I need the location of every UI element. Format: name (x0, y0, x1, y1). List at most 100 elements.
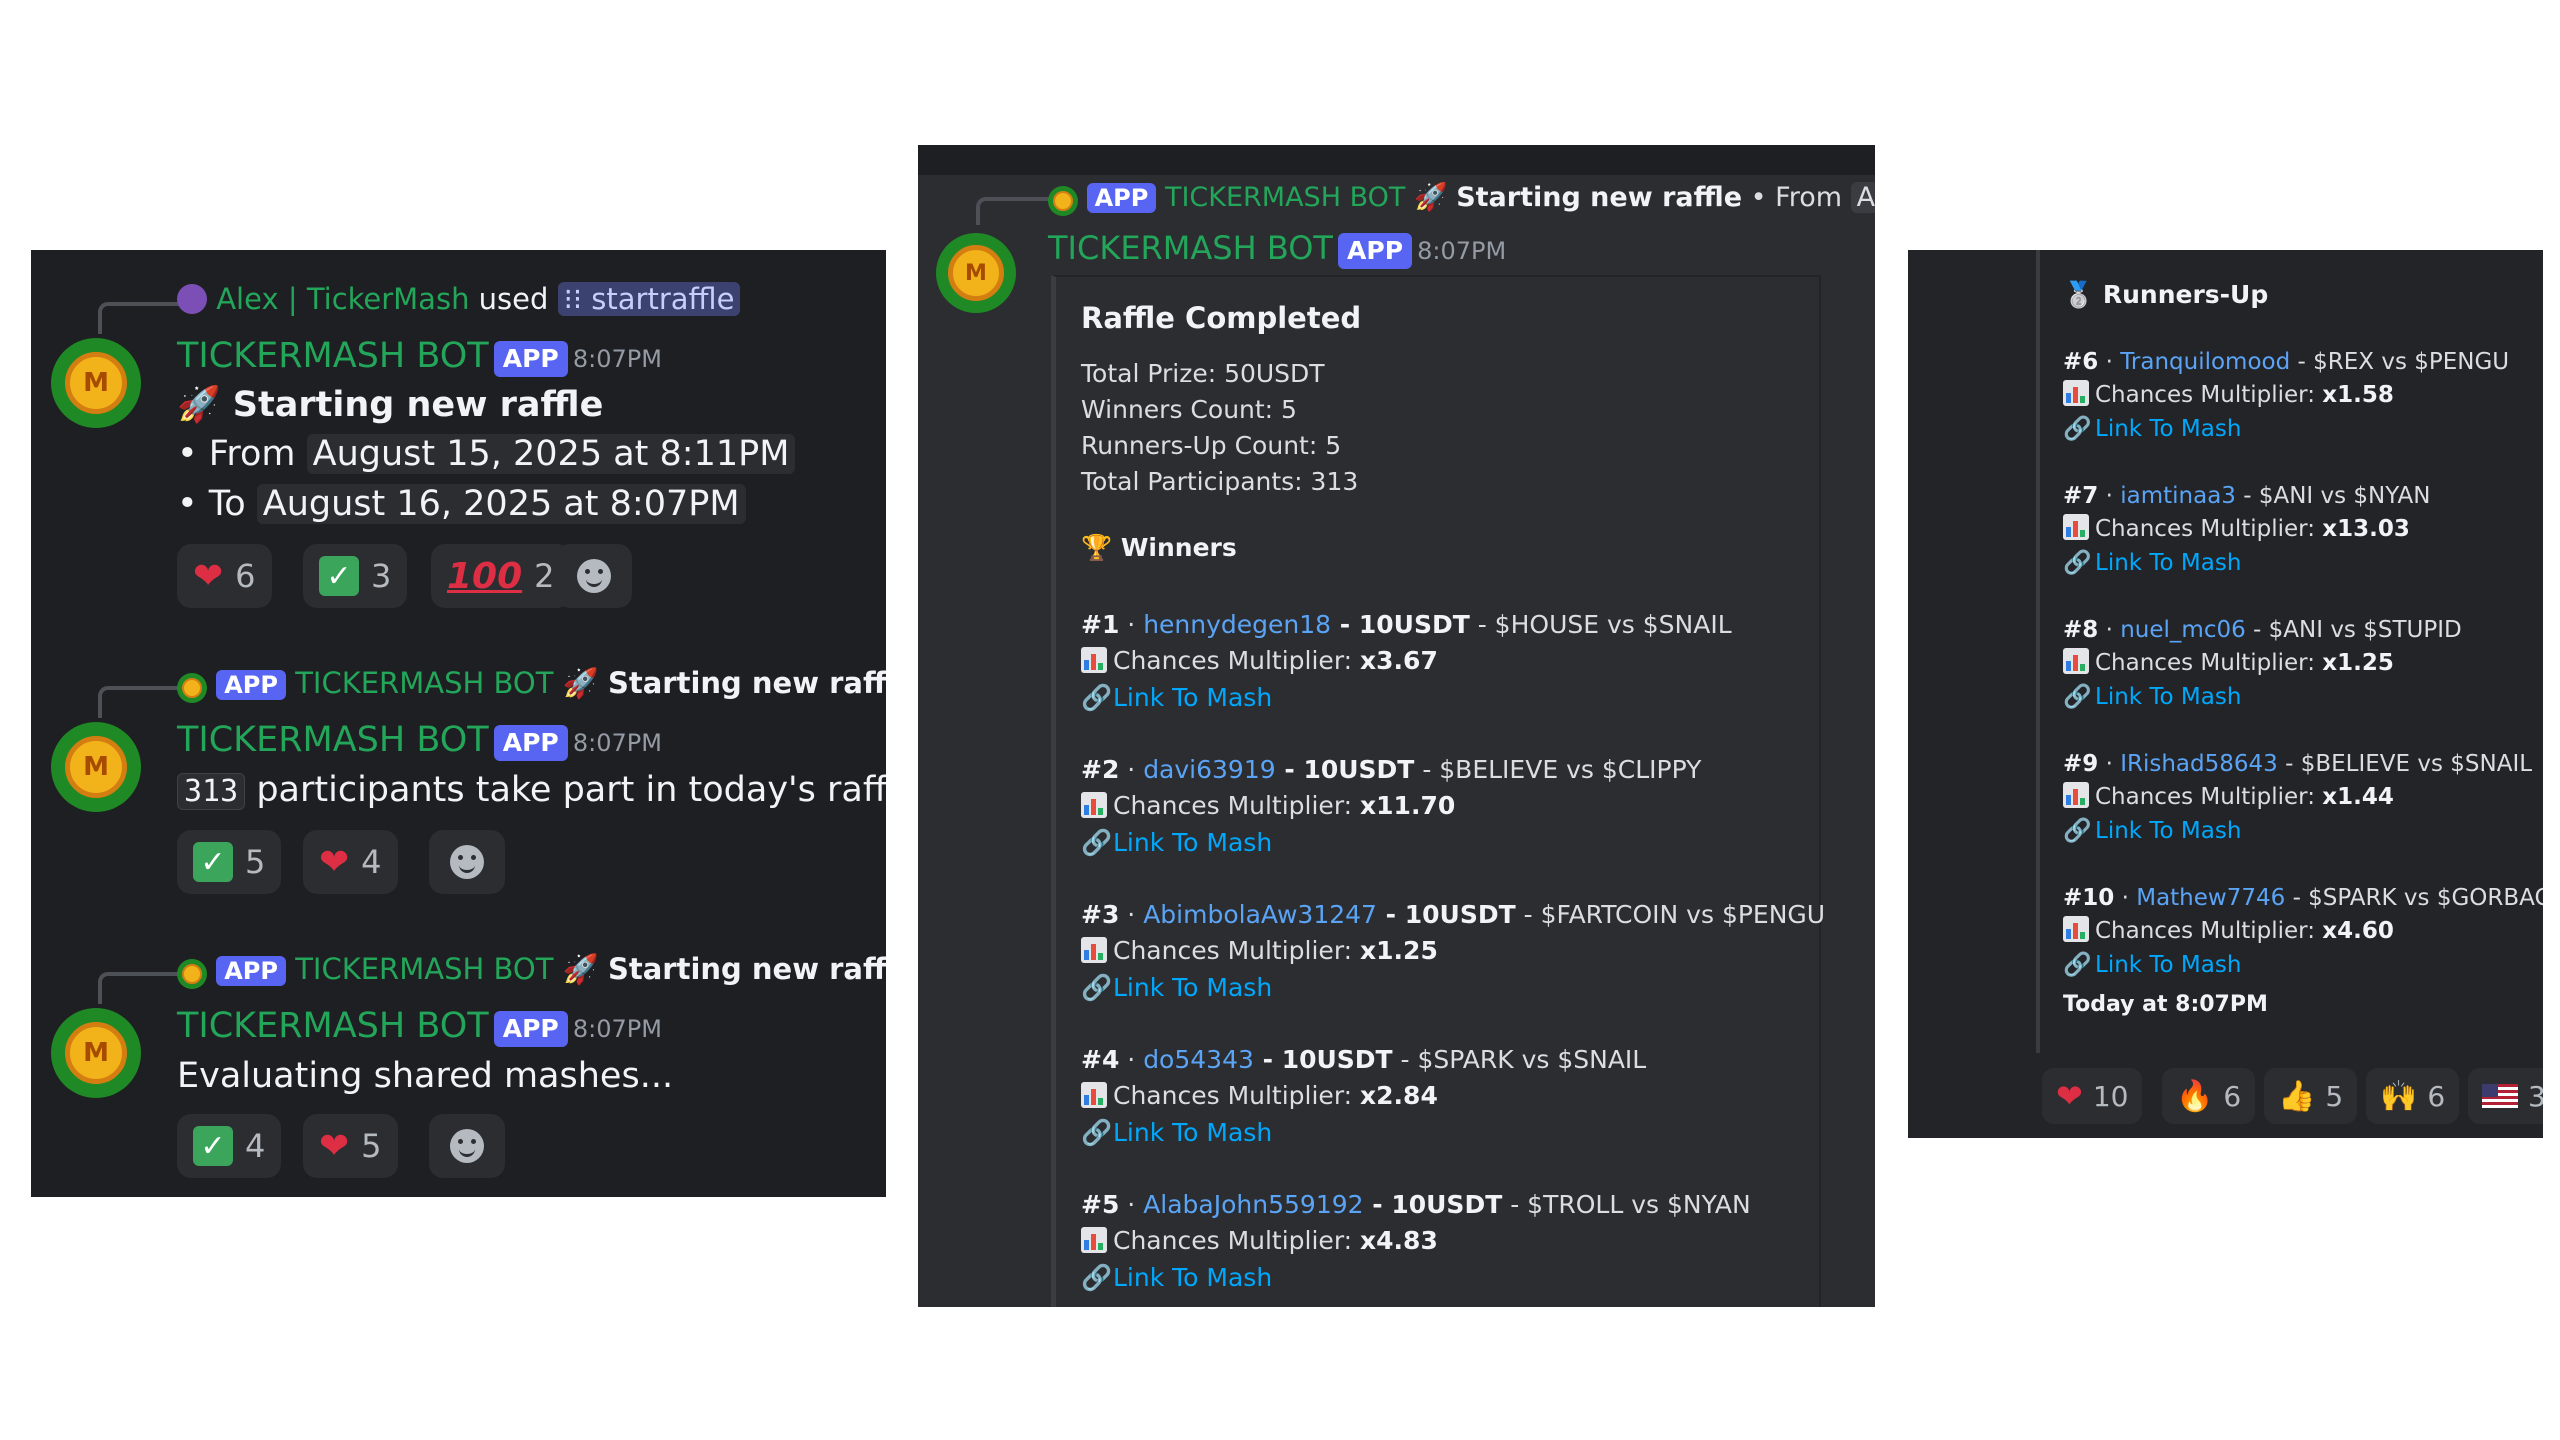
bot-avatar[interactable]: M (936, 233, 1016, 313)
reaction-check[interactable]: ✓ 5 (177, 830, 282, 894)
rank-label: #3 (1081, 900, 1120, 929)
reaction-count: 10 (2092, 1079, 2129, 1113)
slash-command-chip[interactable]: ⁝⁝ startraffle (557, 282, 741, 316)
winner-entry: #2 · davi63919 - 10USDT - $BELIEVE vs $C… (1081, 752, 1701, 861)
command-reply-header[interactable]: Alex | TickerMash used ⁝⁝ startraffle (177, 282, 741, 316)
mash-link-line: 🔗Link To Mash (2063, 681, 2462, 714)
link-to-mash[interactable]: Link To Mash (1113, 1263, 1272, 1292)
reaction-check[interactable]: ✓ 4 (177, 1114, 282, 1178)
coin-logo-icon: M (948, 245, 1004, 301)
user-mention[interactable]: iamtinaa3 (2120, 483, 2236, 509)
reply-author[interactable]: TICKERMASH BOT (295, 666, 553, 700)
trophy-icon: 🏆 (1081, 533, 1113, 562)
to-date-chip[interactable]: August 16, 2025 at 8:07PM (256, 484, 746, 524)
reaction-count: 4 (361, 843, 382, 881)
reaction-us-flag[interactable]: 3 (2468, 1068, 2543, 1124)
user-mention[interactable]: AlabaJohn559192 (1143, 1190, 1363, 1219)
from-date-chip[interactable]: August 15, 2025 at 8:11PM (306, 434, 796, 474)
user-mention[interactable]: IRishad58643 (2120, 751, 2278, 777)
reaction-heart[interactable]: ❤ 10 (2042, 1068, 2143, 1124)
user-mention[interactable]: nuel_mc06 (2120, 617, 2246, 643)
reaction-heart[interactable]: ❤ 6 (177, 544, 272, 608)
rocket-icon: 🚀 (562, 952, 599, 986)
medal-icon: 🥈 (2063, 280, 2095, 309)
add-reaction-button[interactable] (429, 830, 505, 894)
link-to-mash[interactable]: Link To Mash (1113, 683, 1272, 712)
mash-link-line: 🔗Link To Mash (2063, 815, 2532, 848)
bar-chart-icon (2063, 782, 2089, 809)
separator-dot: · (1119, 1190, 1144, 1219)
link-to-mash[interactable]: Link To Mash (1113, 973, 1272, 1002)
heart-icon: ❤ (319, 841, 350, 883)
mini-bot-avatar (177, 959, 207, 989)
prize-separator: - (1275, 755, 1304, 784)
bar-chart-icon (2063, 514, 2089, 541)
multiplier-value: x3.67 (1360, 646, 1438, 676)
reaction-heart[interactable]: ❤ 5 (303, 1114, 398, 1178)
bot-avatar[interactable]: M (51, 722, 141, 812)
link-to-mash[interactable]: Link To Mash (2095, 550, 2241, 576)
user-mention[interactable]: do54343 (1143, 1045, 1254, 1074)
reaction-check[interactable]: ✓ 3 (303, 544, 408, 608)
timestamp[interactable]: 8:07PM (573, 729, 662, 757)
bot-avatar[interactable]: M (51, 338, 141, 428)
link-to-mash[interactable]: Link To Mash (1113, 1118, 1272, 1147)
rocket-icon: 🚀 (562, 666, 599, 700)
multiplier-line: Chances Multiplier: x1.58 (2063, 379, 2509, 412)
reply-date-chip: August 15 (1850, 182, 1875, 213)
add-reaction-button[interactable] (556, 544, 632, 608)
mash-link-line: 🔗Link To Mash (1081, 680, 1732, 716)
user-mention[interactable]: Mathew7746 (2136, 885, 2285, 911)
link-to-mash[interactable]: Link To Mash (2095, 818, 2241, 844)
reply-header[interactable]: APP TICKERMASH BOT 🚀 Starting new raffle (177, 952, 886, 989)
rocket-icon: 🚀 (1413, 182, 1448, 213)
bar-chart-icon (1081, 647, 1107, 674)
invoker-name[interactable]: Alex | TickerMash (216, 282, 469, 316)
timestamp[interactable]: 8:07PM (573, 1015, 662, 1043)
user-mention[interactable]: Tranquilomood (2120, 349, 2290, 375)
top-bar (918, 145, 1875, 175)
add-reaction-button[interactable] (429, 1114, 505, 1178)
user-mention[interactable]: hennydegen18 (1143, 610, 1331, 639)
mash-link-line: 🔗Link To Mash (2063, 413, 2509, 446)
multiplier-value: x4.60 (2322, 918, 2394, 945)
multiplier-line: Chances Multiplier: x13.03 (2063, 513, 2430, 546)
author-name[interactable]: TICKERMASH BOT (177, 1006, 489, 1046)
link-to-mash[interactable]: Link To Mash (2095, 416, 2241, 442)
author-name[interactable]: TICKERMASH BOT (177, 720, 489, 760)
reaction-fire[interactable]: 🔥 6 (2162, 1068, 2256, 1124)
command-icon: ⁝⁝ (563, 282, 583, 316)
user-mention[interactable]: AbimbolaAw31247 (1143, 900, 1377, 929)
multiplier-value: x11.70 (1360, 791, 1456, 821)
link-to-mash[interactable]: Link To Mash (1113, 828, 1272, 857)
reaction-heart[interactable]: ❤ 4 (303, 830, 398, 894)
bar-chart-icon (1081, 937, 1107, 964)
reply-author[interactable]: TICKERMASH BOT (295, 952, 553, 986)
timestamp[interactable]: 8:07PM (573, 345, 662, 373)
reply-header[interactable]: APP TICKERMASH BOT 🚀 Starting new raffle… (1048, 181, 1875, 216)
multiplier-label: Chances Multiplier: (2095, 918, 2315, 945)
reply-excerpt: Starting new raffle (607, 666, 886, 700)
reaction-count: 6 (2427, 1079, 2446, 1113)
reply-author[interactable]: TICKERMASH BOT (1165, 182, 1405, 213)
timestamp[interactable]: 8:07PM (1417, 237, 1506, 265)
user-mention[interactable]: davi63919 (1143, 755, 1275, 784)
entry-line: #10 · Mathew7746 - $SPARK vs $GORBAGA (2063, 882, 2543, 915)
link-to-mash[interactable]: Link To Mash (2095, 684, 2241, 710)
reaction-thumbs-up[interactable]: 👍 5 (2264, 1068, 2358, 1124)
reaction-100[interactable]: 100 2 (431, 544, 571, 608)
reply-header[interactable]: APP TICKERMASH BOT 🚀 Starting new raffle (177, 666, 886, 703)
runner-entry: #7 · iamtinaa3 - $ANI vs $NYAN Chances Mu… (2063, 480, 2430, 580)
winner-entry: #3 · AbimbolaAw31247 - 10USDT - $FARTCOI… (1081, 897, 1825, 1006)
rank-label: #1 (1081, 610, 1120, 639)
link-icon: 🔗 (1081, 1117, 1113, 1147)
reaction-raised-hands[interactable]: 🙌 6 (2366, 1068, 2460, 1124)
author-name[interactable]: TICKERMASH BOT (177, 336, 489, 376)
mash-pair: - $TROLL vs $NYAN (1510, 1190, 1751, 1219)
mash-link-line: 🔗Link To Mash (1081, 1115, 1646, 1151)
entry-line: #3 · AbimbolaAw31247 - 10USDT - $FARTCOI… (1081, 897, 1825, 933)
author-name[interactable]: TICKERMASH BOT (1048, 229, 1333, 267)
participant-count-chip: 313 (177, 773, 246, 810)
bot-avatar[interactable]: M (51, 1008, 141, 1098)
link-to-mash[interactable]: Link To Mash (2095, 952, 2241, 978)
